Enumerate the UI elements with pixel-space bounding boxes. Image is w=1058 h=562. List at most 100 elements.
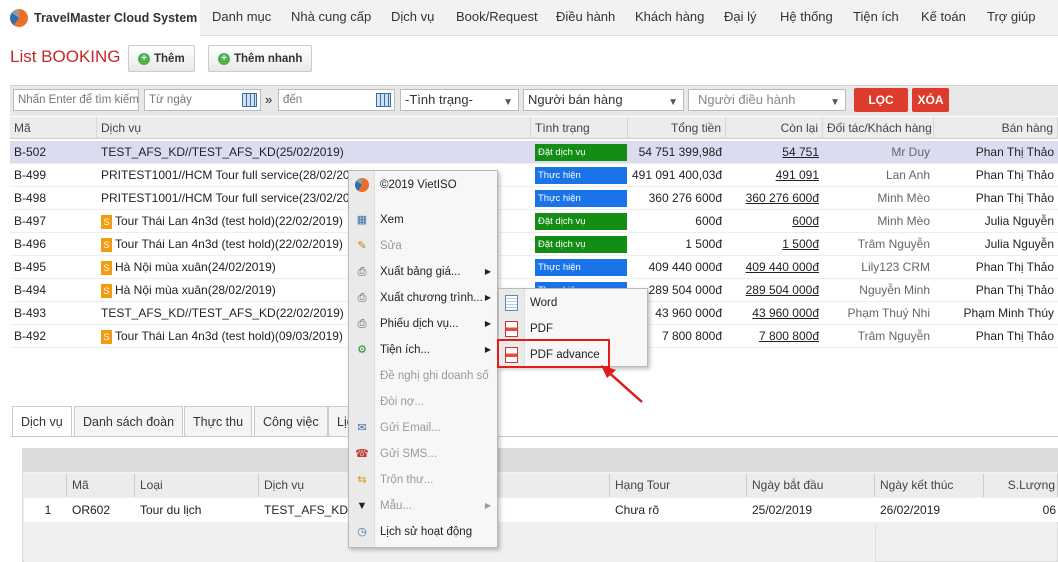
cell-status[interactable]: Thực hiện xyxy=(531,256,628,279)
table-row[interactable]: B-498 PRITEST1001//HCM Tour full service(… xyxy=(10,187,1058,210)
cell-partner[interactable]: Trâm Nguyễn xyxy=(823,325,934,348)
detail-row-end-date[interactable]: 26/02/2019 xyxy=(875,498,984,522)
col-service[interactable]: Dịch vụ xyxy=(97,117,531,139)
cell-partner[interactable]: Minh Mèo xyxy=(823,210,934,233)
seller-select[interactable]: Người bán hàng ▼ xyxy=(523,89,684,111)
cell-seller[interactable]: Phan Thị Thảo xyxy=(934,256,1058,279)
context-menu-item[interactable]: ◷ Lịch sử hoạt động xyxy=(349,521,497,543)
cell-service[interactable]: TEST_AFS_KD//TEST_AFS_KD(25/02/2019) xyxy=(97,141,531,164)
detail-col-type[interactable]: Loại xyxy=(135,474,259,497)
col-code[interactable]: Mã xyxy=(10,117,97,139)
search-input[interactable]: Nhấn Enter để tìm kiếm xyxy=(13,89,139,111)
detail-row-quantity[interactable]: 06 xyxy=(984,498,1058,522)
cell-status[interactable]: Thực hiện xyxy=(531,164,628,187)
cell-code[interactable]: B-499 xyxy=(10,164,97,187)
table-row[interactable]: B-499 PRITEST1001//HCM Tour full service(… xyxy=(10,164,1058,187)
cell-code[interactable]: B-497 xyxy=(10,210,97,233)
detail-col-tour-class[interactable]: Hạng Tour xyxy=(610,474,747,497)
detail-row-tour-class[interactable]: Chưa rõ xyxy=(610,498,747,522)
table-row[interactable]: B-496 S Tour Thái Lan 4n3d (test hold)(22/… xyxy=(10,233,1058,256)
table-row[interactable]: B-495 S Hà Nội mùa xuân(24/02/2019) Thực hi… xyxy=(10,256,1058,279)
cell-status[interactable]: Thực hiện xyxy=(531,187,628,210)
nav-danh-muc[interactable]: Danh mục xyxy=(212,0,271,36)
table-row[interactable]: B-502 TEST_AFS_KD//TEST_AFS_KD(25/02/2019… xyxy=(10,141,1058,164)
nav-tien-ich[interactable]: Tiện ích xyxy=(853,0,899,36)
context-menu-item[interactable]: ⚙ Tiện ích... ▶ xyxy=(349,339,497,361)
nav-ke-toan[interactable]: Kế toán xyxy=(921,0,966,36)
nav-book-request[interactable]: Book/Request xyxy=(456,0,538,36)
submenu-item-word[interactable]: Word xyxy=(499,291,647,315)
detail-col-code[interactable]: Mã xyxy=(67,474,135,497)
nav-he-thong[interactable]: Hệ thống xyxy=(780,0,833,36)
tab-danh-sach-doan[interactable]: Danh sách đoàn xyxy=(74,406,184,436)
cell-partner[interactable]: Trâm Nguyễn xyxy=(823,233,934,256)
cell-total[interactable]: 1 500đ xyxy=(628,233,726,256)
context-menu-item[interactable]: ⎙ Phiếu dịch vụ... ▶ xyxy=(349,313,497,335)
table-row[interactable]: B-497 S Tour Thái Lan 4n3d (test hold)(22/… xyxy=(10,210,1058,233)
nav-dich-vu[interactable]: Dịch vụ xyxy=(391,0,434,36)
cell-partner[interactable]: Mr Duy xyxy=(823,141,934,164)
nav-nha-cung-cap[interactable]: Nhà cung cấp xyxy=(291,0,371,36)
cell-remaining[interactable]: 491 091 xyxy=(726,164,823,187)
detail-row-type[interactable]: Tour du lịch xyxy=(135,498,259,522)
cell-code[interactable]: B-492 xyxy=(10,325,97,348)
cell-remaining[interactable]: 7 800 800đ xyxy=(726,325,823,348)
col-partner[interactable]: Đối tác/Khách hàng xyxy=(823,117,934,139)
cell-total[interactable]: 360 276 600đ xyxy=(628,187,726,210)
cell-seller[interactable]: Phan Thị Thảo xyxy=(934,164,1058,187)
cell-remaining[interactable]: 360 276 600đ xyxy=(726,187,823,210)
filter-button[interactable]: LỌC xyxy=(854,88,908,112)
cell-seller[interactable]: Phan Thị Thảo xyxy=(934,325,1058,348)
tab-thuc-thu[interactable]: Thực thu xyxy=(184,406,253,436)
cell-remaining[interactable]: 54 751 xyxy=(726,141,823,164)
detail-col-quantity[interactable]: S.Lượng xyxy=(984,474,1058,497)
cell-seller[interactable]: Phạm Minh Thúy xyxy=(934,302,1058,325)
context-menu-item[interactable]: ⎙ Xuất bảng giá... ▶ xyxy=(349,261,497,283)
from-date-input[interactable]: Từ ngày xyxy=(144,89,261,111)
cell-total[interactable]: 491 091 400,03đ xyxy=(628,164,726,187)
col-status[interactable]: Tình trạng xyxy=(531,117,628,139)
detail-row-code[interactable]: OR602 xyxy=(67,498,135,522)
operator-select[interactable]: Người điều hành ▼ xyxy=(688,89,846,111)
cell-status[interactable]: Đặt dịch vụ xyxy=(531,210,628,233)
cell-partner[interactable]: Nguyễn Minh xyxy=(823,279,934,302)
cell-partner[interactable]: Lily123 CRM xyxy=(823,256,934,279)
nav-dieu-hanh[interactable]: Điều hành xyxy=(556,0,615,36)
cell-total[interactable]: 54 751 399,98đ xyxy=(628,141,726,164)
cell-remaining[interactable]: 289 504 000đ xyxy=(726,279,823,302)
cell-partner[interactable]: Lan Anh xyxy=(823,164,934,187)
nav-dai-ly[interactable]: Đại lý xyxy=(724,0,757,36)
col-remaining[interactable]: Còn lại xyxy=(726,117,823,139)
cell-status[interactable]: Đặt dịch vụ xyxy=(531,233,628,256)
cell-total[interactable]: 600đ xyxy=(628,210,726,233)
cell-remaining[interactable]: 43 960 000đ xyxy=(726,302,823,325)
cell-partner[interactable]: Minh Mèo xyxy=(823,187,934,210)
cell-seller[interactable]: Phan Thị Thảo xyxy=(934,187,1058,210)
cell-code[interactable]: B-496 xyxy=(10,233,97,256)
cell-code[interactable]: B-498 xyxy=(10,187,97,210)
add-button[interactable]: + Thêm xyxy=(128,45,195,72)
cell-remaining[interactable]: 409 440 000đ xyxy=(726,256,823,279)
cell-seller[interactable]: Julia Nguyễn xyxy=(934,210,1058,233)
cell-partner[interactable]: Phạm Thuý Nhi xyxy=(823,302,934,325)
cell-seller[interactable]: Phan Thị Thảo xyxy=(934,279,1058,302)
cell-code[interactable]: B-502 xyxy=(10,141,97,164)
detail-col-start-date[interactable]: Ngày bắt đầu xyxy=(747,474,875,497)
cell-seller[interactable]: Julia Nguyễn xyxy=(934,233,1058,256)
cell-seller[interactable]: Phan Thị Thảo xyxy=(934,141,1058,164)
cell-code[interactable]: B-495 xyxy=(10,256,97,279)
quick-add-button[interactable]: + Thêm nhanh xyxy=(208,45,313,72)
cell-total[interactable]: 409 440 000đ xyxy=(628,256,726,279)
detail-col-end-date[interactable]: Ngày kết thúc xyxy=(875,474,984,497)
cell-status[interactable]: Đặt dịch vụ xyxy=(531,141,628,164)
calendar-icon[interactable] xyxy=(376,93,391,107)
context-menu-item[interactable]: ▦ Xem xyxy=(349,209,497,231)
status-select[interactable]: -Tình trạng- ▼ xyxy=(400,89,519,111)
cell-remaining[interactable]: 1 500đ xyxy=(726,233,823,256)
nav-tro-giup[interactable]: Trợ giúp xyxy=(987,0,1036,36)
calendar-icon[interactable] xyxy=(242,93,257,107)
cell-code[interactable]: B-493 xyxy=(10,302,97,325)
cell-code[interactable]: B-494 xyxy=(10,279,97,302)
col-seller[interactable]: Bán hàng xyxy=(934,117,1058,139)
col-total[interactable]: Tổng tiền xyxy=(628,117,726,139)
